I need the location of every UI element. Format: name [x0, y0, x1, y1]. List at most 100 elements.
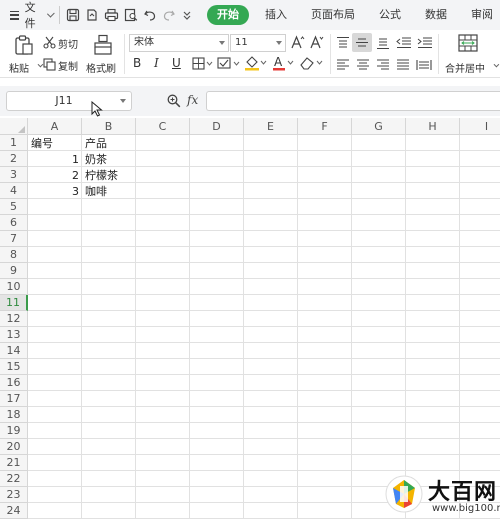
column-header-b[interactable]: B	[82, 118, 136, 135]
gridline-row	[28, 406, 500, 407]
paste-label: 粘贴	[9, 64, 29, 75]
format-painter-label: 格式刷	[86, 64, 116, 75]
row-header-13[interactable]: 13	[0, 327, 28, 343]
select-all-corner[interactable]	[0, 118, 28, 135]
row-header-11[interactable]: 11	[0, 295, 28, 311]
cell-b2[interactable]: 奶茶	[82, 152, 136, 168]
row-header-3[interactable]: 3	[0, 167, 28, 183]
row-header-22[interactable]: 22	[0, 471, 28, 487]
tab-page-layout[interactable]: 页面布局	[299, 0, 367, 30]
decrease-indent-icon[interactable]	[396, 36, 412, 50]
column-header-f[interactable]: F	[298, 118, 352, 135]
file-menu[interactable]: 文件	[10, 0, 55, 30]
decrease-font-size-button[interactable]	[310, 35, 324, 52]
cell-a4[interactable]: 3	[28, 184, 82, 200]
row-header-19[interactable]: 19	[0, 423, 28, 439]
cell-style-button[interactable]	[217, 57, 241, 73]
row-header-10[interactable]: 10	[0, 279, 28, 295]
row-header-24[interactable]: 24	[0, 503, 28, 519]
row-header-21[interactable]: 21	[0, 455, 28, 471]
gridline-column	[189, 135, 190, 519]
spreadsheet-grid[interactable]: A B C D E F G H I 1 2 3 4 5 6 7 8 9 10 11 12 13 14 15 1…	[0, 118, 500, 519]
row-header-16[interactable]: 16	[0, 375, 28, 391]
row-header-4[interactable]: 4	[0, 183, 28, 199]
row-header-12[interactable]: 12	[0, 311, 28, 327]
clear-format-button[interactable]	[299, 56, 325, 73]
row-header-20[interactable]: 20	[0, 439, 28, 455]
copy-button[interactable]: 复制	[43, 57, 83, 73]
print-preview-icon[interactable]	[124, 8, 138, 22]
column-header-g[interactable]: G	[352, 118, 406, 135]
gridline-row	[28, 422, 500, 423]
align-top-icon[interactable]	[336, 36, 350, 50]
font-color-button[interactable]: A	[272, 55, 296, 74]
cell-a2[interactable]: 1	[28, 152, 82, 168]
font-name-select[interactable]: 宋体	[129, 34, 229, 52]
print-icon[interactable]	[104, 8, 119, 22]
row-header-23[interactable]: 23	[0, 487, 28, 503]
column-header-d[interactable]: D	[190, 118, 244, 135]
cell-b3[interactable]: 柠檬茶	[82, 168, 136, 184]
row-header-6[interactable]: 6	[0, 215, 28, 231]
column-header-h[interactable]: H	[406, 118, 460, 135]
merge-center-button[interactable]: 合并居中	[443, 33, 500, 75]
row-header-5[interactable]: 5	[0, 199, 28, 215]
cut-button[interactable]: 剪切	[43, 35, 83, 51]
undo-icon[interactable]	[143, 8, 157, 22]
tab-home[interactable]: 开始	[207, 5, 249, 25]
align-middle-icon	[356, 38, 368, 47]
distributed-align-icon[interactable]	[416, 58, 432, 72]
zoom-formula-icon[interactable]	[167, 94, 181, 108]
cut-label: 剪切	[58, 40, 78, 51]
row-header-7[interactable]: 7	[0, 231, 28, 247]
align-middle-button[interactable]	[352, 33, 372, 52]
row-header-8[interactable]: 8	[0, 247, 28, 263]
row-header-18[interactable]: 18	[0, 407, 28, 423]
column-header-i[interactable]: I	[460, 118, 500, 135]
italic-button[interactable]: I	[154, 56, 159, 70]
row-header-2[interactable]: 2	[0, 151, 28, 167]
row-header-14[interactable]: 14	[0, 343, 28, 359]
borders-button[interactable]	[192, 57, 214, 73]
align-right-icon[interactable]	[376, 58, 390, 72]
font-size-select[interactable]: 11	[230, 34, 286, 52]
name-box[interactable]: J11	[6, 91, 132, 111]
tab-formulas[interactable]: 公式	[367, 0, 413, 30]
align-center-icon[interactable]	[356, 58, 370, 72]
gridline-row	[28, 246, 500, 247]
justify-icon[interactable]	[396, 58, 410, 72]
cell-b1[interactable]: 产品	[82, 136, 136, 152]
cell-a3[interactable]: 2	[28, 168, 82, 184]
gridline-row	[28, 230, 500, 231]
column-header-c[interactable]: C	[136, 118, 190, 135]
cell-a1[interactable]: 编号	[28, 136, 82, 152]
customize-quick-access-icon[interactable]	[181, 8, 193, 22]
increase-indent-icon[interactable]	[417, 36, 433, 50]
bold-button[interactable]: B	[133, 56, 141, 70]
insert-function-button[interactable]: fx	[187, 93, 198, 107]
row-header-9[interactable]: 9	[0, 263, 28, 279]
format-painter-button[interactable]: 格式刷	[86, 33, 120, 75]
tab-data[interactable]: 数据	[413, 0, 459, 30]
row-header-1[interactable]: 1	[0, 135, 28, 151]
align-left-icon[interactable]	[336, 58, 350, 72]
align-bottom-icon[interactable]	[376, 36, 390, 50]
increase-font-size-button[interactable]	[291, 35, 305, 52]
redo-icon[interactable]	[162, 8, 176, 22]
save-icon[interactable]	[66, 8, 80, 22]
gridline-row	[28, 278, 500, 279]
gridline-column	[405, 135, 406, 519]
formula-input[interactable]	[206, 91, 500, 111]
export-icon[interactable]	[85, 8, 99, 22]
paste-icon	[15, 35, 33, 55]
cell-b4[interactable]: 咖啡	[82, 184, 136, 200]
tab-review[interactable]: 审阅	[459, 0, 500, 30]
row-header-15[interactable]: 15	[0, 359, 28, 375]
column-header-e[interactable]: E	[244, 118, 298, 135]
tab-insert[interactable]: 插入	[253, 0, 299, 30]
row-header-17[interactable]: 17	[0, 391, 28, 407]
fill-color-button[interactable]	[244, 55, 268, 74]
underline-button[interactable]: U	[172, 56, 181, 70]
column-header-a[interactable]: A	[28, 118, 82, 135]
paste-button[interactable]: 粘贴	[8, 33, 44, 75]
